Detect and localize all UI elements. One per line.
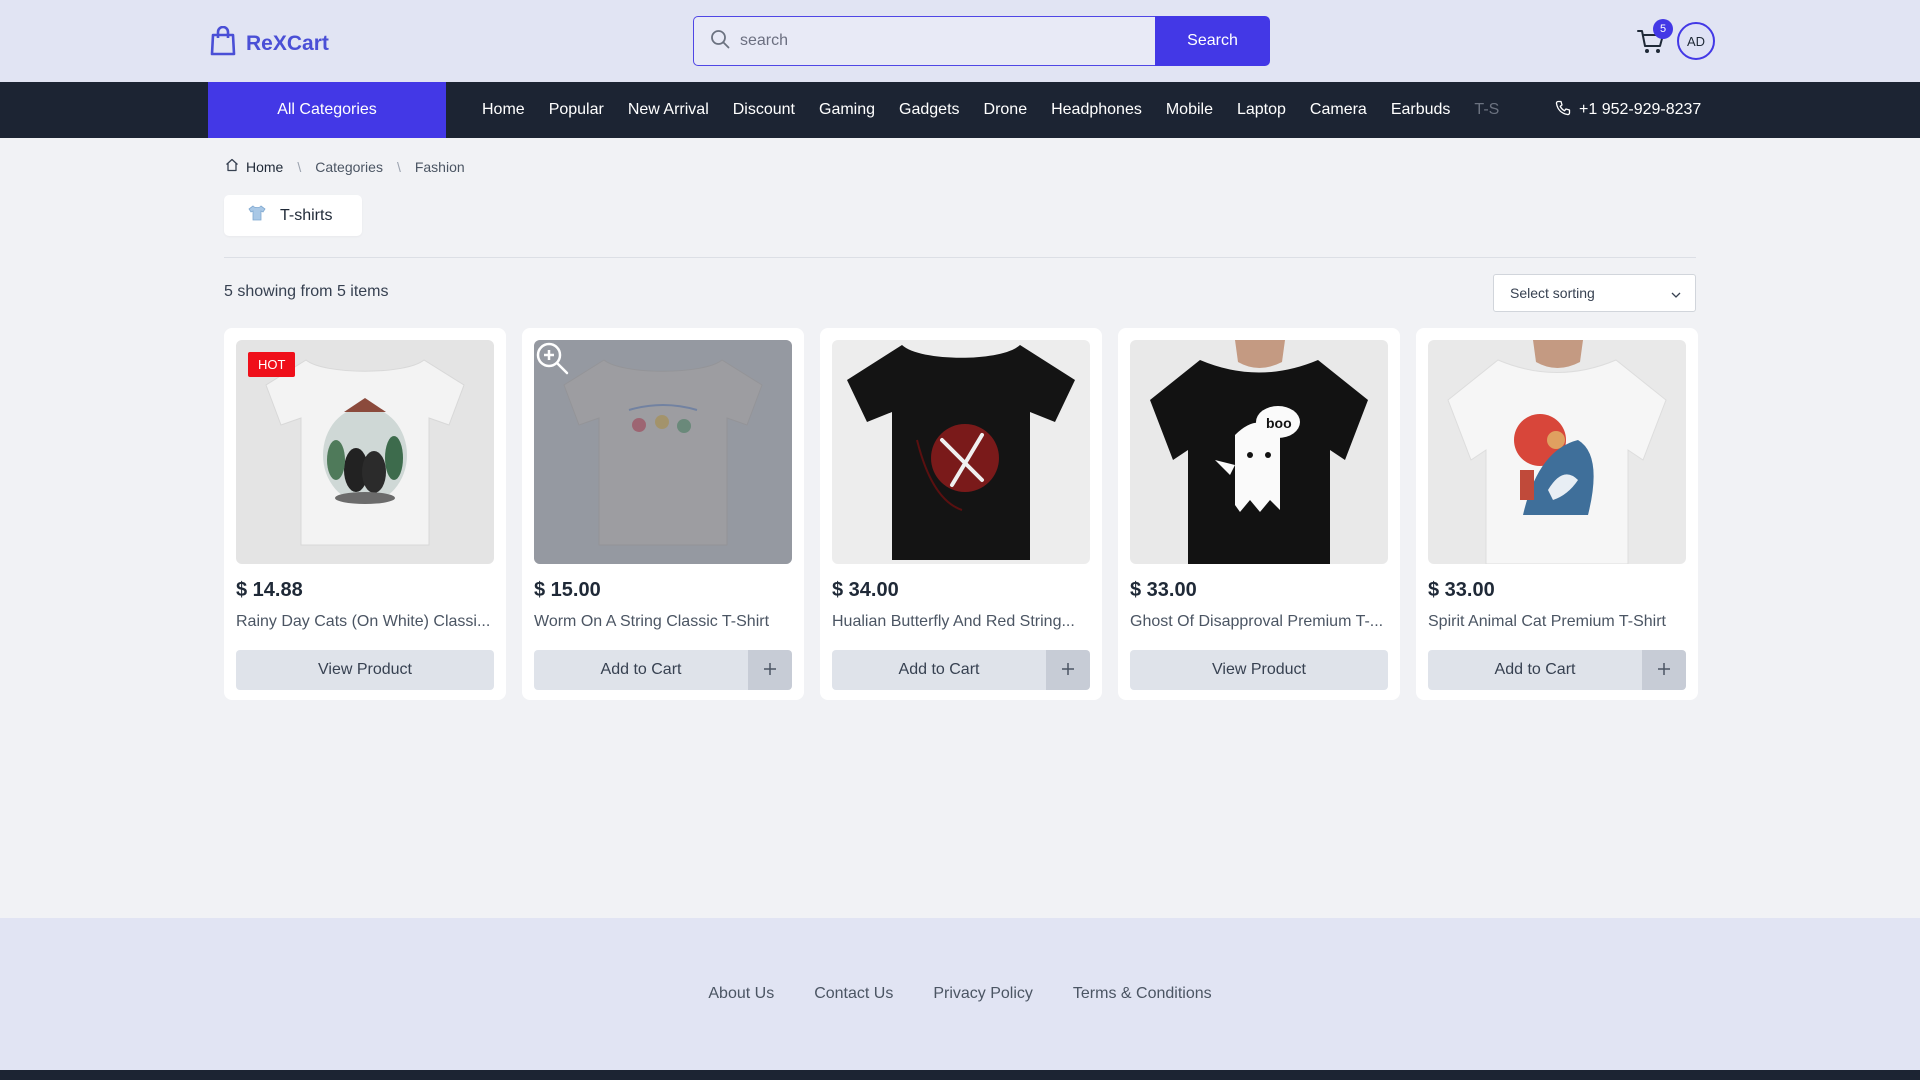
nav-item-camera[interactable]: Camera xyxy=(1310,101,1367,119)
product-title[interactable]: Rainy Day Cats (On White) Classi... xyxy=(236,613,494,631)
add-to-cart-button[interactable]: Add to Cart xyxy=(534,650,748,690)
nav-item-mobile[interactable]: Mobile xyxy=(1166,101,1213,119)
product-image[interactable] xyxy=(832,340,1090,564)
breadcrumb-home-label: Home xyxy=(246,158,284,175)
search-icon xyxy=(710,29,730,54)
phone-contact[interactable]: +1 952-929-8237 xyxy=(1555,82,1701,138)
view-product-button[interactable]: View Product xyxy=(236,650,494,690)
search-button[interactable]: Search xyxy=(1155,16,1270,66)
add-to-cart-button[interactable]: Add to Cart xyxy=(1428,650,1642,690)
product-image[interactable] xyxy=(1428,340,1686,564)
product-image[interactable]: boo xyxy=(1130,340,1388,564)
sort-select[interactable]: Select sorting xyxy=(1493,274,1696,312)
nav-item-earbuds[interactable]: Earbuds xyxy=(1391,101,1451,119)
image-hover-overlay[interactable] xyxy=(534,340,792,564)
hot-badge: HOT xyxy=(248,352,296,377)
plus-icon xyxy=(763,662,777,679)
product-price: $ 33.00 xyxy=(1130,579,1197,601)
product-card[interactable]: HOT $ 14.88 Rainy Day Cats (On White) Cl… xyxy=(224,328,506,700)
breadcrumb-separator: \ xyxy=(297,158,302,175)
phone-icon xyxy=(1555,100,1571,121)
cart-icon xyxy=(1637,30,1665,60)
shopping-bag-icon xyxy=(210,25,236,61)
site-footer: About Us Contact Us Privacy Policy Terms… xyxy=(0,918,1920,1070)
phone-number: +1 952-929-8237 xyxy=(1579,101,1702,118)
breadcrumb: Home \ Categories \ Fashion xyxy=(225,158,465,175)
brand-logo[interactable]: ReXCart xyxy=(210,25,329,61)
nav-item-headphones[interactable]: Headphones xyxy=(1051,101,1142,119)
add-quantity-button[interactable] xyxy=(1046,650,1090,690)
product-title[interactable]: Ghost Of Disapproval Premium T-... xyxy=(1130,613,1388,631)
results-count: 5 showing from 5 items xyxy=(224,283,389,300)
nav-item-popular[interactable]: Popular xyxy=(549,101,604,119)
nav-menu: Home Popular New Arrival Discount Gaming… xyxy=(470,82,1520,138)
product-price: $ 14.88 xyxy=(236,579,303,601)
search-input[interactable] xyxy=(740,32,1155,50)
category-chip-label: T-shirts xyxy=(280,206,333,224)
product-actions: Add to Cart xyxy=(832,650,1090,690)
footer-link-privacy[interactable]: Privacy Policy xyxy=(933,985,1033,1003)
product-price: $ 34.00 xyxy=(832,579,899,601)
product-grid: HOT $ 14.88 Rainy Day Cats (On White) Cl… xyxy=(224,328,1698,700)
search-bar: Search xyxy=(693,16,1270,66)
nav-item-discount[interactable]: Discount xyxy=(733,101,795,119)
site-header: ReXCart Search 5 AD xyxy=(0,0,1920,82)
footer-link-about[interactable]: About Us xyxy=(708,985,774,1003)
product-image[interactable]: HOT xyxy=(236,340,494,564)
product-title[interactable]: Hualian Butterfly And Red String... xyxy=(832,613,1090,631)
product-image[interactable] xyxy=(534,340,792,564)
breadcrumb-fashion[interactable]: Fashion xyxy=(415,159,465,175)
breadcrumb-separator: \ xyxy=(396,158,401,175)
nav-item-new-arrival[interactable]: New Arrival xyxy=(628,101,709,119)
product-title[interactable]: Spirit Animal Cat Premium T-Shirt xyxy=(1428,613,1686,631)
breadcrumb-home[interactable]: Home xyxy=(225,158,283,175)
brand-name: ReXCart xyxy=(246,31,329,55)
search-field[interactable] xyxy=(693,16,1155,66)
footer-link-terms[interactable]: Terms & Conditions xyxy=(1073,985,1212,1003)
footer-link-contact[interactable]: Contact Us xyxy=(814,985,893,1003)
main-nav: All Categories Home Popular New Arrival … xyxy=(0,82,1920,138)
product-actions: Add to Cart xyxy=(1428,650,1686,690)
cart-count-badge: 5 xyxy=(1653,19,1673,39)
home-icon xyxy=(225,158,239,175)
product-card[interactable]: $ 15.00 Worm On A String Classic T-Shirt… xyxy=(522,328,804,700)
cart-button[interactable]: 5 xyxy=(1637,19,1673,56)
tshirt-icon xyxy=(248,205,266,226)
product-title[interactable]: Worm On A String Classic T-Shirt xyxy=(534,613,792,631)
product-actions: View Product xyxy=(236,650,494,690)
product-price: $ 15.00 xyxy=(534,579,601,601)
plus-icon xyxy=(1657,662,1671,679)
divider xyxy=(224,257,1696,258)
view-product-button[interactable]: View Product xyxy=(1130,650,1388,690)
breadcrumb-categories[interactable]: Categories xyxy=(315,159,383,175)
product-card[interactable]: $ 34.00 Hualian Butterfly And Red String… xyxy=(820,328,1102,700)
product-card[interactable]: boo $ 33.00 Ghost Of Disapproval Premium… xyxy=(1118,328,1400,700)
add-to-cart-button[interactable]: Add to Cart xyxy=(832,650,1046,690)
all-categories-button[interactable]: All Categories xyxy=(208,82,446,138)
category-chip[interactable]: T-shirts xyxy=(224,195,362,236)
sort-select-label: Select sorting xyxy=(1510,285,1595,301)
user-avatar[interactable]: AD xyxy=(1677,22,1715,60)
footer-bottom-bar xyxy=(0,1070,1920,1080)
product-card[interactable]: $ 33.00 Spirit Animal Cat Premium T-Shir… xyxy=(1416,328,1698,700)
nav-item-drone[interactable]: Drone xyxy=(984,101,1028,119)
plus-icon xyxy=(1061,662,1075,679)
chevron-down-icon xyxy=(1671,285,1681,301)
add-quantity-button[interactable] xyxy=(1642,650,1686,690)
nav-item-gaming[interactable]: Gaming xyxy=(819,101,875,119)
product-actions: View Product xyxy=(1130,650,1388,690)
nav-item-laptop[interactable]: Laptop xyxy=(1237,101,1286,119)
nav-item-home[interactable]: Home xyxy=(482,101,525,119)
add-quantity-button[interactable] xyxy=(748,650,792,690)
product-price: $ 33.00 xyxy=(1428,579,1495,601)
shirt-print-text: boo xyxy=(1266,415,1292,431)
nav-item-tshirts[interactable]: T-S xyxy=(1474,101,1499,119)
nav-item-gadgets[interactable]: Gadgets xyxy=(899,101,959,119)
product-actions: Add to Cart xyxy=(534,650,792,690)
